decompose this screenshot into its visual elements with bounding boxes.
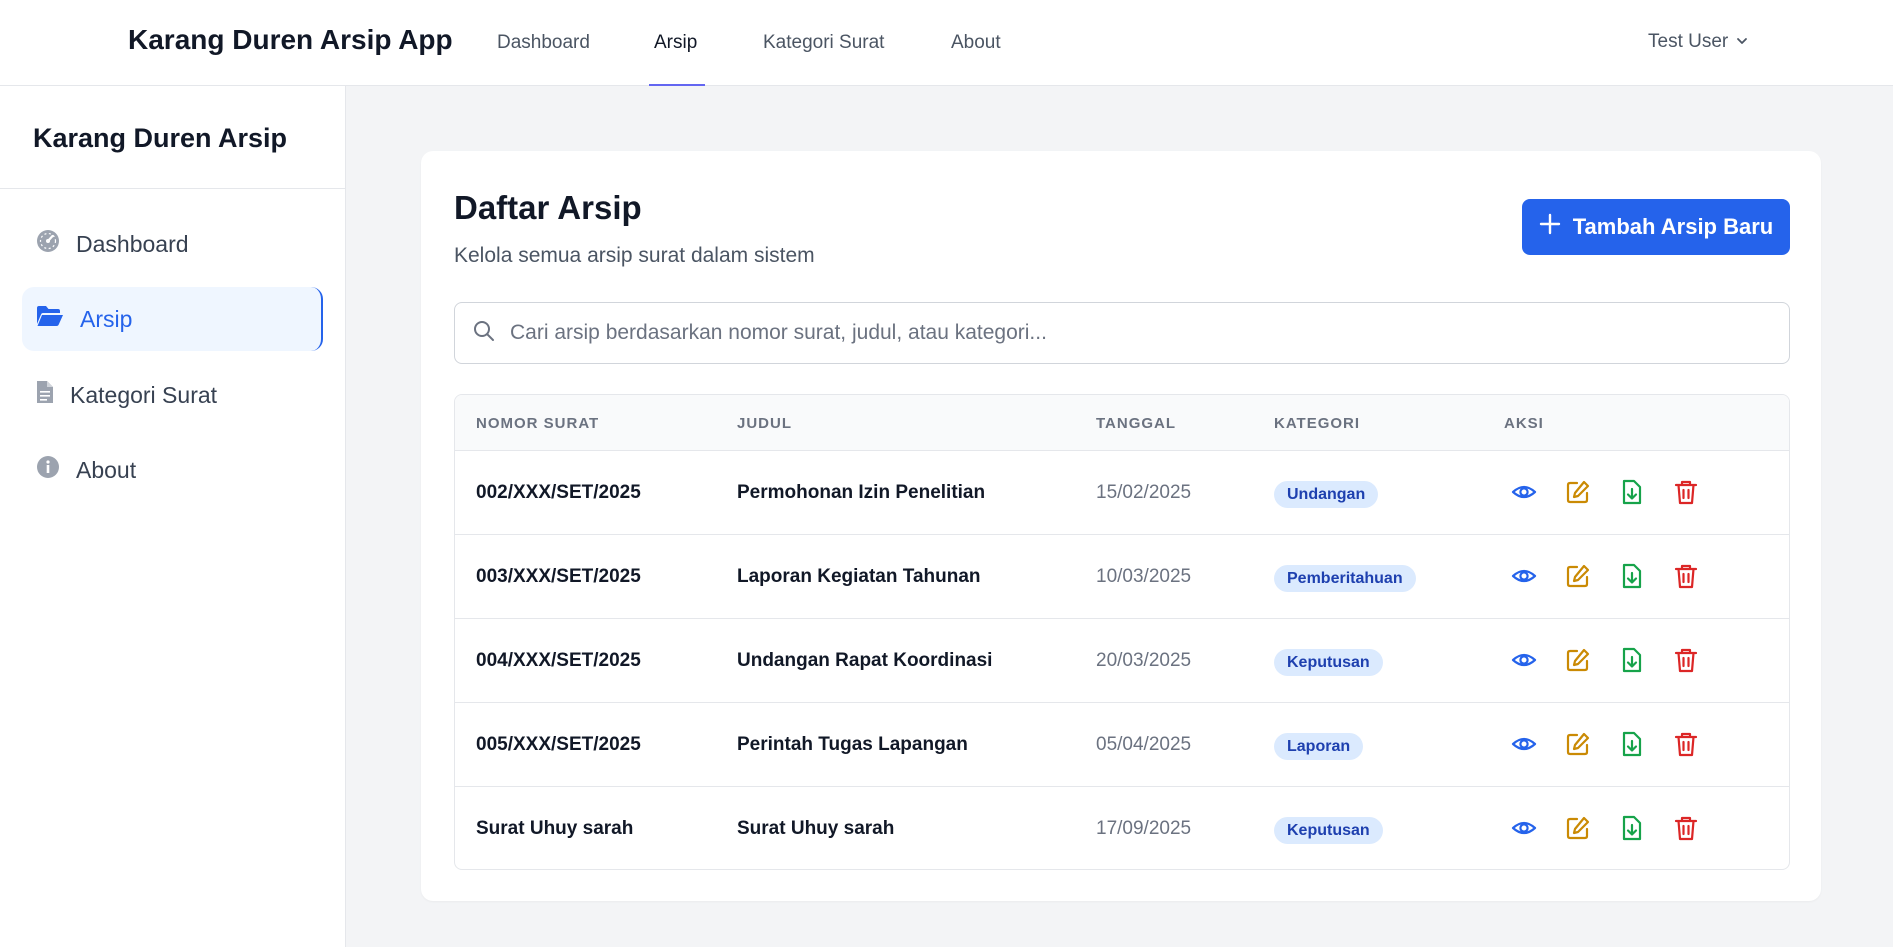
edit-icon[interactable]: [1564, 814, 1592, 842]
category-badge: Pemberitahuan: [1274, 565, 1416, 592]
view-icon[interactable]: [1510, 562, 1538, 590]
category-badge: Keputusan: [1274, 817, 1383, 844]
edit-icon[interactable]: [1564, 562, 1592, 590]
page-subtitle: Kelola semua arsip surat dalam sistem: [454, 244, 815, 267]
cell-judul: Laporan Kegiatan Tahunan: [737, 566, 981, 587]
plus-icon: [1539, 213, 1561, 241]
archive-card: Daftar Arsip Kelola semua arsip surat da…: [421, 151, 1821, 901]
column-header-kategori: Kategori: [1274, 415, 1361, 432]
sidebar-item-arsip[interactable]: Arsip: [22, 287, 323, 351]
cell-judul: Undangan Rapat Koordinasi: [737, 650, 993, 671]
search-icon: [472, 319, 496, 348]
table-row: Surat Uhuy sarah Surat Uhuy sarah 17/09/…: [455, 787, 1789, 869]
download-icon[interactable]: [1618, 730, 1646, 758]
folder-open-icon: [36, 304, 64, 334]
document-icon: [36, 380, 54, 410]
sidebar-item-about[interactable]: About: [22, 438, 323, 502]
sidebar-item-dashboard[interactable]: Dashboard: [22, 212, 323, 276]
app-brand[interactable]: Karang Duren Arsip App: [128, 24, 453, 56]
column-header-judul: Judul: [737, 415, 793, 432]
nav-link-kategori-surat[interactable]: Kategori Surat: [763, 32, 884, 54]
cell-judul: Perintah Tugas Lapangan: [737, 734, 968, 755]
info-icon: [36, 455, 60, 485]
cell-judul: Permohonan Izin Penelitian: [737, 482, 986, 503]
download-icon[interactable]: [1618, 562, 1646, 590]
delete-icon[interactable]: [1672, 478, 1700, 506]
cell-tanggal: 17/09/2025: [1096, 818, 1192, 839]
cell-judul: Surat Uhuy sarah: [737, 818, 895, 839]
sidebar-item-label: Dashboard: [76, 230, 189, 257]
view-icon[interactable]: [1510, 814, 1538, 842]
column-header-nomor-surat: Nomor Surat: [476, 415, 600, 432]
table-row: 002/XXX/SET/2025 Permohonan Izin Penelit…: [455, 451, 1789, 535]
cell-tanggal: 10/03/2025: [1096, 566, 1192, 587]
nav-link-dashboard[interactable]: Dashboard: [497, 32, 590, 54]
category-badge: Undangan: [1274, 481, 1379, 508]
column-header-aksi: Aksi: [1504, 415, 1544, 432]
cell-tanggal: 05/04/2025: [1096, 734, 1192, 755]
archive-table: Nomor Surat Judul Tanggal Kategori Aksi …: [454, 394, 1790, 870]
nav-link-arsip[interactable]: Arsip: [654, 32, 697, 54]
user-name: Test User: [1648, 31, 1729, 52]
delete-icon[interactable]: [1672, 562, 1700, 590]
delete-icon[interactable]: [1672, 730, 1700, 758]
cell-nomor-surat: 005/XXX/SET/2025: [476, 734, 641, 755]
view-icon[interactable]: [1510, 478, 1538, 506]
download-icon[interactable]: [1618, 478, 1646, 506]
edit-icon[interactable]: [1564, 730, 1592, 758]
top-navbar: Karang Duren Arsip App Dashboard Arsip K…: [0, 0, 1893, 86]
gauge-icon: [36, 229, 60, 259]
cell-nomor-surat: Surat Uhuy sarah: [476, 818, 634, 839]
active-nav-indicator: [649, 84, 705, 86]
cell-nomor-surat: 003/XXX/SET/2025: [476, 566, 641, 587]
view-icon[interactable]: [1510, 730, 1538, 758]
add-archive-label: Tambah Arsip Baru: [1572, 214, 1774, 239]
edit-icon[interactable]: [1564, 646, 1592, 674]
divider: [0, 188, 346, 189]
delete-icon[interactable]: [1672, 646, 1700, 674]
table-row: 004/XXX/SET/2025 Undangan Rapat Koordina…: [455, 619, 1789, 703]
sidebar-title: Karang Duren Arsip: [33, 123, 288, 153]
cell-tanggal: 15/02/2025: [1096, 482, 1192, 503]
download-icon[interactable]: [1618, 646, 1646, 674]
category-badge: Laporan: [1274, 733, 1364, 760]
search-box: [454, 302, 1790, 364]
user-menu[interactable]: Test User: [1648, 31, 1748, 53]
chevron-down-icon: [1736, 31, 1748, 53]
add-archive-button[interactable]: Tambah Arsip Baru: [1522, 199, 1790, 255]
sidebar: Karang Duren Arsip Dashboard Arsip Kateg…: [0, 86, 346, 947]
edit-icon[interactable]: [1564, 478, 1592, 506]
sidebar-item-kategori-surat[interactable]: Kategori Surat: [22, 363, 323, 427]
page-title: Daftar Arsip: [454, 189, 642, 226]
category-badge: Keputusan: [1274, 649, 1383, 676]
view-icon[interactable]: [1510, 646, 1538, 674]
cell-tanggal: 20/03/2025: [1096, 650, 1192, 671]
cell-nomor-surat: 002/XXX/SET/2025: [476, 482, 641, 503]
table-row: 003/XXX/SET/2025 Laporan Kegiatan Tahuna…: [455, 535, 1789, 619]
table-header: Nomor Surat Judul Tanggal Kategori Aksi: [455, 395, 1789, 451]
delete-icon[interactable]: [1672, 814, 1700, 842]
nav-link-about[interactable]: About: [951, 32, 1001, 54]
sidebar-item-label: Arsip: [80, 305, 133, 332]
table-row: 005/XXX/SET/2025 Perintah Tugas Lapangan…: [455, 703, 1789, 787]
download-icon[interactable]: [1618, 814, 1646, 842]
cell-nomor-surat: 004/XXX/SET/2025: [476, 650, 641, 671]
column-header-tanggal: Tanggal: [1096, 415, 1177, 432]
sidebar-item-label: About: [76, 456, 137, 483]
search-input[interactable]: [510, 321, 1760, 345]
sidebar-item-label: Kategori Surat: [70, 381, 218, 408]
